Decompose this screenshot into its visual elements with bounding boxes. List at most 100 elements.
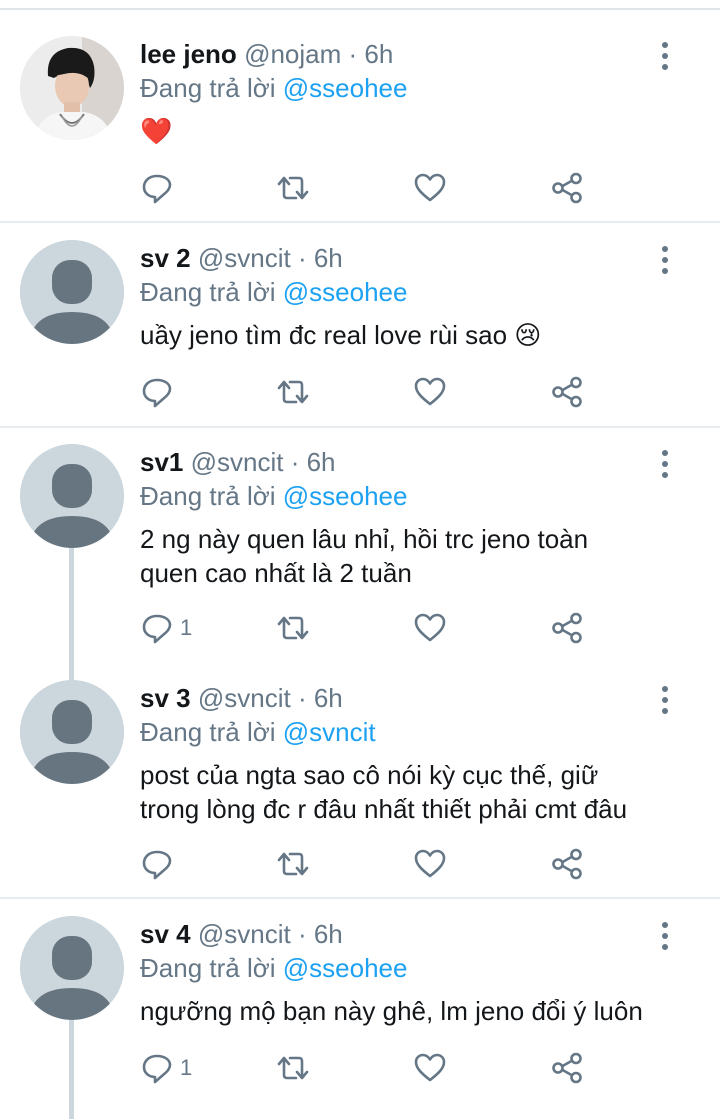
retweet-icon xyxy=(277,380,309,404)
reply-count: 1 xyxy=(180,615,193,640)
tweet-text-line: trong lòng đc r đâu nhất thiết phải cmt … xyxy=(140,794,628,824)
user-handle[interactable]: @svncit xyxy=(191,447,284,477)
retweet-button[interactable] xyxy=(274,372,312,412)
tweet-actions xyxy=(140,844,600,884)
like-button[interactable] xyxy=(413,168,447,208)
tweet-text-line: post của ngta sao cô nói kỳ cục thế, giữ xyxy=(140,760,599,790)
default-avatar-icon[interactable] xyxy=(20,444,124,548)
tweet-actions: 1 xyxy=(140,608,600,648)
user-handle[interactable]: @svncit xyxy=(198,683,291,713)
replying-to: Đang trả lời @svncit xyxy=(140,716,376,748)
user-handle[interactable]: @nojam xyxy=(244,39,341,69)
retweet-icon xyxy=(277,1056,309,1080)
tweet-text-line: quen cao nhất là 2 tuần xyxy=(140,558,412,588)
tweet-header: sv 4 @svncit · 6h xyxy=(140,918,343,950)
default-avatar-icon[interactable] xyxy=(20,916,124,1020)
like-button[interactable] xyxy=(413,844,447,884)
tweet-divider xyxy=(0,221,720,223)
user-handle[interactable]: @svncit xyxy=(198,919,291,949)
more-vertical-icon[interactable] xyxy=(652,448,678,480)
share-icon xyxy=(552,612,582,644)
display-name[interactable]: sv 3 xyxy=(140,683,191,713)
thread-connector-line xyxy=(69,548,74,680)
replying-to: Đang trả lời @sseohee xyxy=(140,276,407,308)
display-name[interactable]: lee jeno xyxy=(140,39,237,69)
tweet-time: · 6h xyxy=(348,39,394,69)
share-icon xyxy=(552,172,582,204)
reply-icon xyxy=(142,850,172,880)
display-name[interactable]: sv1 xyxy=(140,447,183,477)
avatar[interactable] xyxy=(20,36,124,140)
retweet-button[interactable] xyxy=(274,844,312,884)
more-vertical-icon[interactable] xyxy=(652,684,678,716)
tweet-time: · 6h xyxy=(297,243,343,273)
reply-button[interactable]: 1 xyxy=(140,608,192,648)
top-divider xyxy=(0,8,720,10)
heart-icon xyxy=(414,173,446,202)
reply-icon xyxy=(142,378,172,408)
heart-icon xyxy=(414,377,446,406)
tweet-header: sv1 @svncit · 6h xyxy=(140,446,336,478)
retweet-icon xyxy=(277,176,309,200)
share-button[interactable] xyxy=(550,844,584,884)
like-button[interactable] xyxy=(413,608,447,648)
like-button[interactable] xyxy=(413,372,447,412)
tweet-time: · 6h xyxy=(297,919,343,949)
tweet-actions xyxy=(140,168,600,208)
more-vertical-icon[interactable] xyxy=(652,920,678,952)
mention-link[interactable]: @svncit xyxy=(283,717,376,747)
reply-button[interactable] xyxy=(140,844,180,884)
display-name[interactable]: sv 4 xyxy=(140,919,191,949)
share-button[interactable] xyxy=(550,168,584,208)
tweet-time: · 6h xyxy=(297,683,343,713)
mention-link[interactable]: @sseohee xyxy=(283,73,408,103)
mention-link[interactable]: @sseohee xyxy=(283,953,408,983)
tweet-text-line: ngưỡng mộ bạn này ghê, lm jeno đổi ý luô… xyxy=(140,996,643,1026)
tweet-divider xyxy=(0,426,720,428)
tweet-time: · 6h xyxy=(290,447,336,477)
tweet-actions: 1 xyxy=(140,1048,600,1088)
heart-icon xyxy=(414,1053,446,1082)
replying-to-label: Đang trả lời xyxy=(140,73,283,103)
mention-link[interactable]: @sseohee xyxy=(283,481,408,511)
replying-to: Đang trả lời @sseohee xyxy=(140,480,407,512)
retweet-icon xyxy=(277,852,309,876)
tweet-header: lee jeno @nojam · 6h xyxy=(140,38,393,70)
tweet-text-line: ❤️ xyxy=(140,116,173,146)
more-vertical-icon[interactable] xyxy=(652,40,678,72)
default-avatar-icon[interactable] xyxy=(20,240,124,344)
share-button[interactable] xyxy=(550,372,584,412)
share-icon xyxy=(552,376,582,408)
retweet-button[interactable] xyxy=(274,168,312,208)
default-avatar-icon[interactable] xyxy=(20,680,124,784)
reply-icon xyxy=(142,1054,172,1084)
like-button[interactable] xyxy=(413,1048,447,1088)
replying-to-label: Đang trả lời xyxy=(140,953,283,983)
tweet-text-line: 2 ng này quen lâu nhỉ, hồi trc jeno toàn xyxy=(140,524,589,554)
thread-connector-line xyxy=(69,1020,74,1119)
heart-icon xyxy=(414,849,446,878)
reply-button[interactable] xyxy=(140,168,180,208)
reply-button[interactable]: 1 xyxy=(140,1048,192,1088)
share-icon xyxy=(552,1052,582,1084)
replying-to: Đang trả lời @sseohee xyxy=(140,72,407,104)
reply-button[interactable] xyxy=(140,372,180,412)
share-button[interactable] xyxy=(550,1048,584,1088)
tweet-header: sv 2 @svncit · 6h xyxy=(140,242,343,274)
more-vertical-icon[interactable] xyxy=(652,244,678,276)
tweet-divider xyxy=(0,897,720,899)
reply-icon xyxy=(142,174,172,204)
mention-link[interactable]: @sseohee xyxy=(283,277,408,307)
tweet-actions xyxy=(140,372,600,412)
user-handle[interactable]: @svncit xyxy=(198,243,291,273)
replying-to: Đang trả lời @sseohee xyxy=(140,952,407,984)
heart-icon xyxy=(414,613,446,642)
share-button[interactable] xyxy=(550,608,584,648)
display-name[interactable]: sv 2 xyxy=(140,243,191,273)
replying-to-label: Đang trả lời xyxy=(140,277,283,307)
retweet-button[interactable] xyxy=(274,1048,312,1088)
share-icon xyxy=(552,848,582,880)
tweet-header: sv 3 @svncit · 6h xyxy=(140,682,343,714)
retweet-icon xyxy=(277,616,309,640)
retweet-button[interactable] xyxy=(274,608,312,648)
